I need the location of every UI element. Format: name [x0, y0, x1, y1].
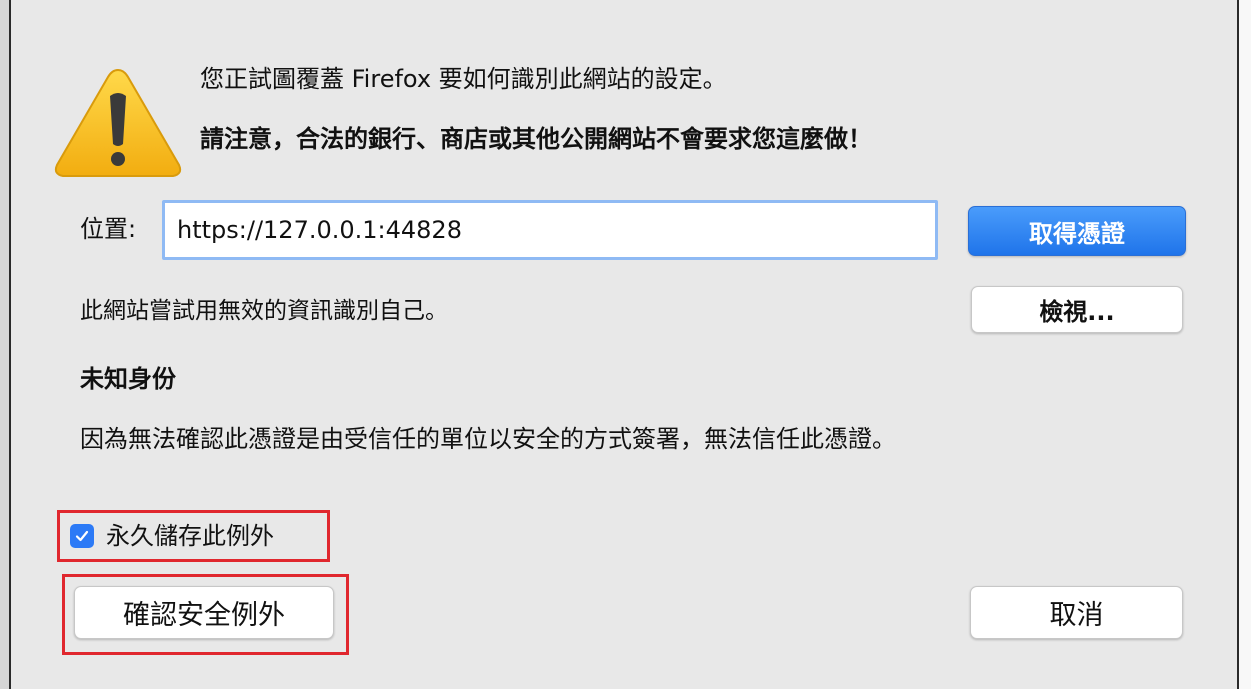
warning-message: 請注意，合法的銀行、商店或其他公開網站不會要求您這麼做！ — [200, 125, 872, 153]
dialog-title: 您正試圖覆蓋 Firefox 要如何識別此網站的設定。 — [200, 65, 727, 93]
permanent-store-label[interactable]: 永久儲存此例外 — [106, 520, 274, 552]
permanent-store-checkbox[interactable] — [70, 524, 94, 548]
confirm-exception-button[interactable]: 確認安全例外 — [74, 586, 334, 639]
cancel-button[interactable]: 取消 — [970, 586, 1183, 639]
unknown-identity-heading: 未知身份 — [80, 365, 176, 393]
untrusted-reason-text: 因為無法確認此憑證是由受信任的單位以安全的方式簽署，無法信任此憑證。 — [80, 425, 896, 453]
background-edge-right — [1239, 0, 1251, 689]
invalid-identity-text: 此網站嘗試用無效的資訊識別自己。 — [80, 298, 448, 324]
background-edge-left — [0, 0, 9, 689]
location-input[interactable] — [162, 200, 938, 260]
checkmark-icon — [75, 530, 89, 542]
warning-triangle-icon — [54, 68, 182, 177]
location-label: 位置: — [80, 215, 137, 243]
get-certificate-button[interactable]: 取得憑證 — [968, 206, 1186, 256]
view-certificate-button[interactable]: 檢視... — [971, 286, 1183, 333]
